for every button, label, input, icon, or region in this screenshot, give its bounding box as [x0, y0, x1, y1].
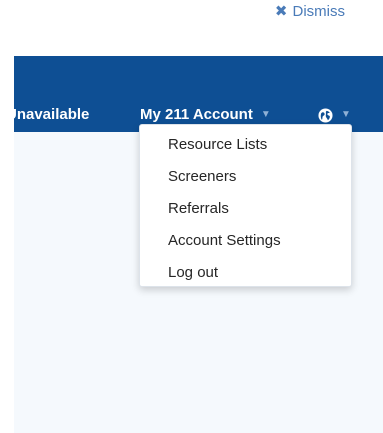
- left-gutter: [0, 0, 14, 433]
- my-account-label: My 211 Account: [140, 106, 253, 123]
- menu-item-screeners[interactable]: Screeners: [140, 161, 351, 193]
- menu-item-resource-lists[interactable]: Resource Lists: [140, 129, 351, 161]
- dismiss-button[interactable]: ✖ Dismiss: [275, 2, 345, 22]
- account-dropdown-menu: Resource Lists Screeners Referrals Accou…: [139, 124, 352, 287]
- caret-down-icon: ▼: [341, 109, 351, 120]
- my-account-menu-toggle[interactable]: My 211 Account ▼: [140, 105, 271, 125]
- dismiss-label: Dismiss: [292, 3, 346, 20]
- banner-area: ✖ Dismiss: [0, 0, 383, 56]
- menu-item-account-settings[interactable]: Account Settings: [140, 225, 351, 257]
- language-menu-toggle[interactable]: ▼: [318, 105, 351, 125]
- menu-item-log-out[interactable]: Log out: [140, 257, 351, 289]
- nav-unavailable-item[interactable]: Unavailable: [6, 105, 89, 125]
- caret-down-icon: ▼: [260, 109, 271, 120]
- globe-icon: [318, 107, 333, 123]
- close-icon: ✖: [274, 3, 288, 20]
- menu-item-referrals[interactable]: Referrals: [140, 193, 351, 225]
